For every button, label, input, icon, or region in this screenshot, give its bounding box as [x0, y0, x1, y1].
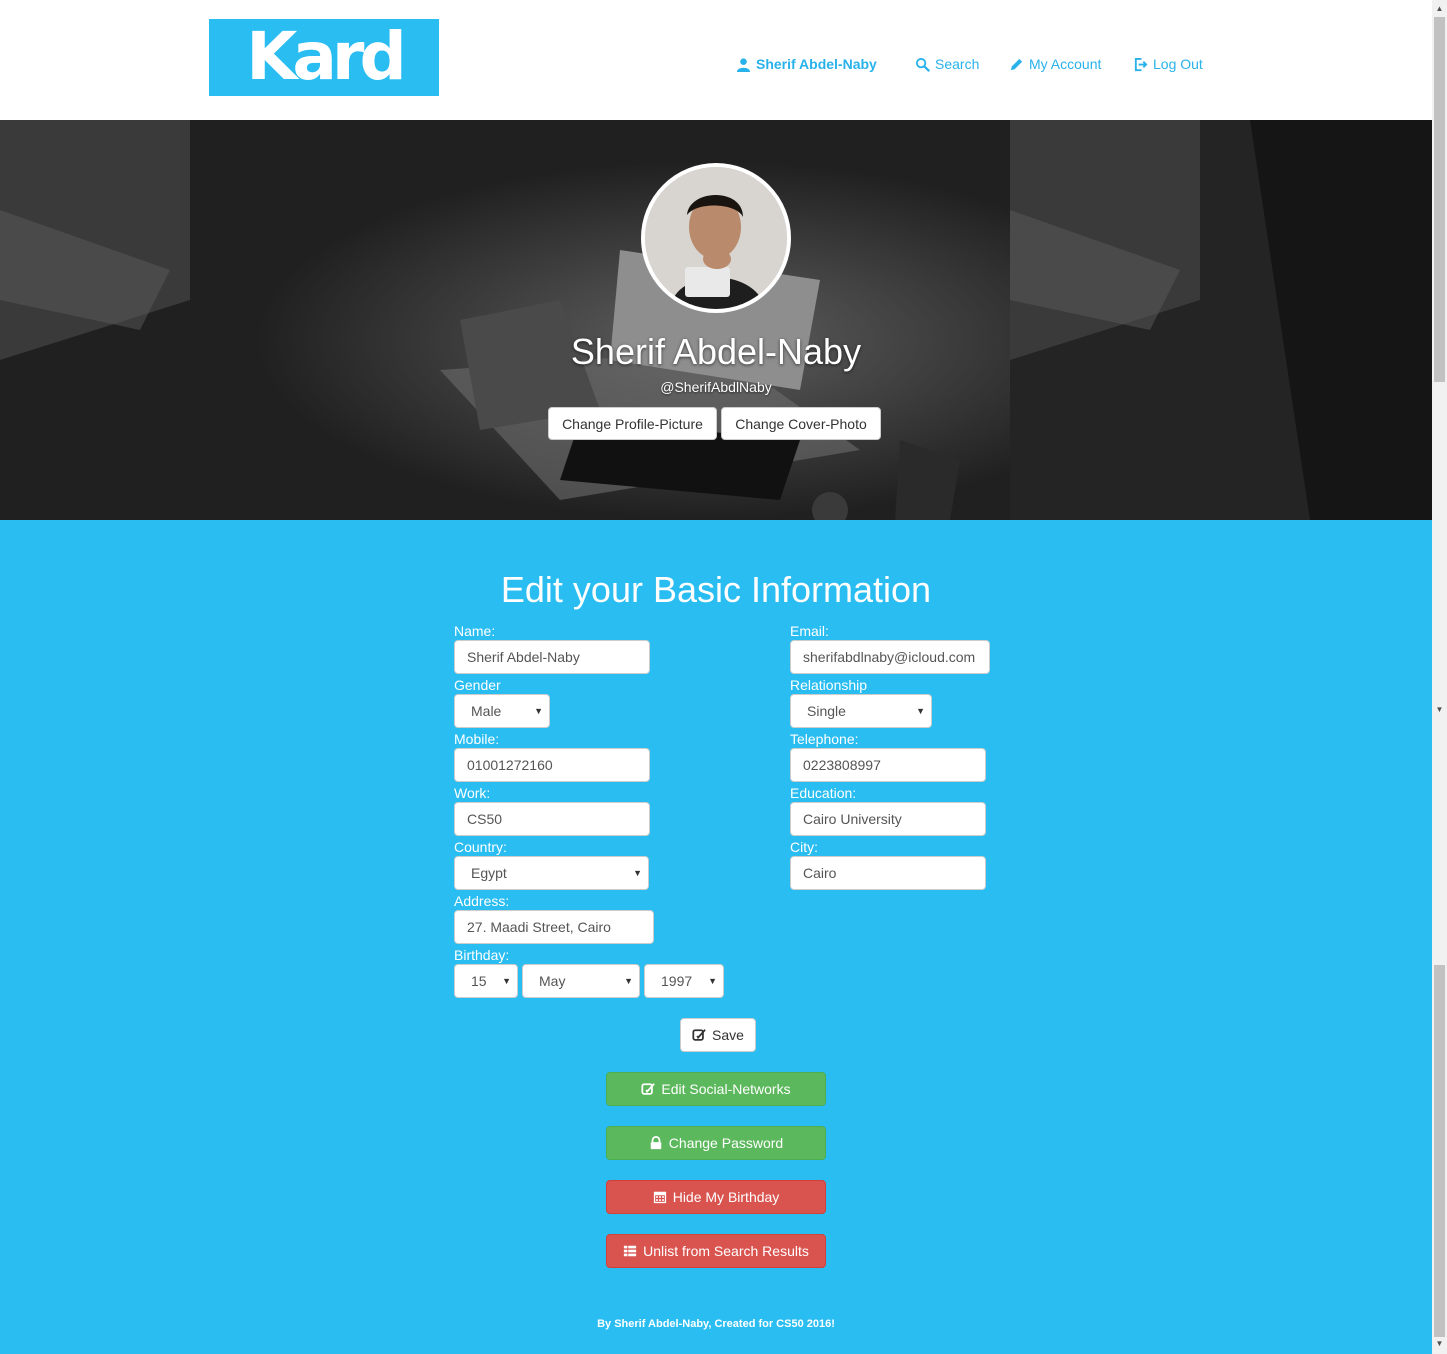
hide-birthday-label: Hide My Birthday: [672, 1189, 780, 1205]
address-label: Address:: [454, 893, 510, 909]
edit-info-section: Edit your Basic Information Name: Sherif…: [0, 520, 1432, 1354]
lock-icon: [650, 1136, 662, 1150]
country-value: Egypt: [471, 865, 507, 881]
change-password-button[interactable]: Change Password: [606, 1126, 826, 1160]
email-label: Email:: [790, 623, 829, 639]
nav-search-label: Search: [935, 56, 980, 72]
unlist-label: Unlist from Search Results: [643, 1243, 809, 1259]
calendar-icon: [653, 1191, 666, 1204]
change-profile-picture-button[interactable]: Change Profile-Picture: [548, 407, 717, 440]
telephone-input[interactable]: 0223808997: [790, 748, 986, 782]
change-cover-photo-button[interactable]: Change Cover-Photo: [721, 407, 881, 440]
work-label: Work:: [454, 785, 491, 801]
nav-user-link[interactable]: Sherif Abdel-Naby: [736, 54, 877, 74]
top-navbar: Kard Sherif Abdel-Naby Search My Account…: [0, 0, 1432, 120]
scroll-down-icon[interactable]: ▼: [1434, 704, 1445, 716]
nav-account-label: My Account: [1029, 56, 1102, 72]
birth-day-select[interactable]: 15 ▼: [454, 964, 518, 998]
gender-value: Male: [471, 703, 502, 719]
telephone-label: Telephone:: [790, 731, 859, 747]
chevron-down-icon: ▼: [633, 868, 642, 878]
nav-logout-label: Log Out: [1153, 56, 1203, 72]
avatar-image: [645, 167, 787, 309]
edit-social-label: Edit Social-Networks: [661, 1081, 791, 1097]
nav-user-label: Sherif Abdel-Naby: [756, 56, 877, 72]
pencil-icon: [1010, 58, 1023, 70]
scroll-down-icon[interactable]: ▼: [1434, 1338, 1445, 1350]
logout-icon: [1134, 57, 1148, 71]
profile-name: Sherif Abdel-Naby: [570, 331, 862, 372]
search-icon: [915, 57, 930, 72]
chevron-down-icon: ▼: [502, 976, 511, 986]
scrollbar-thumb-lower[interactable]: [1434, 965, 1445, 1337]
chevron-down-icon: ▼: [708, 976, 717, 986]
birth-year-value: 1997: [661, 973, 693, 989]
country-label: Country:: [454, 839, 507, 855]
cover-image-repeat: [1010, 120, 1432, 520]
change-password-label: Change Password: [668, 1135, 784, 1151]
hide-birthday-button[interactable]: Hide My Birthday: [606, 1180, 826, 1214]
logo-text: Kard: [246, 17, 407, 95]
address-input[interactable]: 27. Maadi Street, Cairo: [454, 910, 654, 944]
gender-label: Gender: [454, 677, 501, 693]
chevron-down-icon: ▼: [624, 976, 633, 986]
user-icon: [736, 57, 751, 72]
relationship-value: Single: [807, 703, 846, 719]
unlist-search-button[interactable]: Unlist from Search Results: [606, 1234, 826, 1268]
mobile-label: Mobile:: [454, 731, 500, 747]
chevron-down-icon: ▼: [534, 706, 543, 716]
birth-month-value: May: [539, 973, 566, 989]
table-icon: [624, 1245, 637, 1257]
work-input[interactable]: CS50: [454, 802, 650, 836]
city-input[interactable]: Cairo: [790, 856, 986, 890]
mobile-input[interactable]: 01001272160: [454, 748, 650, 782]
save-button[interactable]: Save: [680, 1018, 756, 1052]
form-title: Edit your Basic Information: [500, 569, 932, 610]
education-input[interactable]: Cairo University: [790, 802, 986, 836]
scrollbar-thumb[interactable]: [1434, 17, 1445, 382]
birth-year-select[interactable]: 1997 ▼: [644, 964, 724, 998]
profile-avatar[interactable]: [641, 163, 791, 313]
scroll-up-icon[interactable]: ▲: [1434, 3, 1445, 15]
kard-logo[interactable]: Kard: [209, 19, 439, 96]
name-input[interactable]: Sherif Abdel-Naby: [454, 640, 650, 674]
edit-icon: [692, 1029, 706, 1041]
birthday-label: Birthday:: [454, 947, 510, 963]
city-label: City:: [790, 839, 818, 855]
email-input[interactable]: sherifabdlnaby@icloud.com: [790, 640, 990, 674]
footer-credit: By Sherif Abdel-Naby, Created for CS50 2…: [597, 1318, 835, 1330]
edit-icon: [641, 1083, 656, 1095]
nav-logout-link[interactable]: Log Out: [1133, 54, 1203, 74]
edit-social-networks-button[interactable]: Edit Social-Networks: [606, 1072, 826, 1106]
relationship-label: Relationship: [790, 677, 868, 693]
nav-search-link[interactable]: Search: [915, 54, 979, 74]
name-label: Name:: [454, 623, 496, 639]
nav-account-link[interactable]: My Account: [1009, 54, 1101, 74]
birth-day-value: 15: [471, 973, 487, 989]
chevron-down-icon: ▼: [916, 706, 925, 716]
relationship-select[interactable]: Single ▼: [790, 694, 932, 728]
profile-handle: @SherifAbdlNaby: [660, 379, 772, 395]
country-select[interactable]: Egypt ▼: [454, 856, 649, 890]
save-label: Save: [712, 1027, 744, 1043]
gender-select[interactable]: Male ▼: [454, 694, 550, 728]
cover-image: [0, 120, 1010, 520]
education-label: Education:: [790, 785, 857, 801]
birth-month-select[interactable]: May ▼: [522, 964, 640, 998]
cover-photo: Sherif Abdel-Naby @SherifAbdlNaby Change…: [0, 120, 1432, 520]
